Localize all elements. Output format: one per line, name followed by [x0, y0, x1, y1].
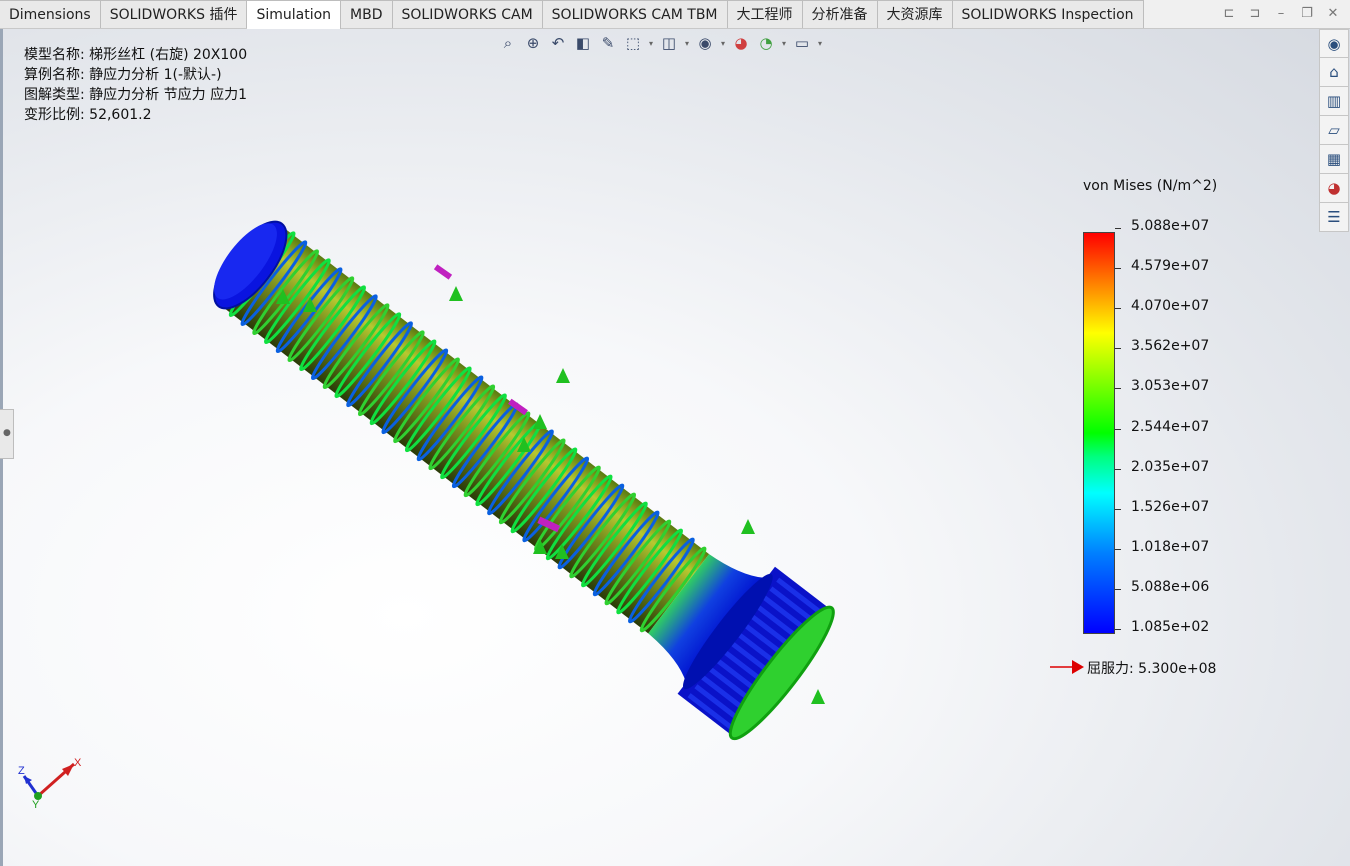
- legend-tick-label: 5.088e+07: [1131, 218, 1210, 234]
- tab-6[interactable]: 大工程师: [727, 0, 803, 28]
- tab-7[interactable]: 分析准备: [802, 0, 878, 28]
- legend-title: von Mises (N/m^2): [1083, 178, 1218, 194]
- legend-tick-label: 1.018e+07: [1131, 538, 1210, 555]
- appearances-icon[interactable]: ◕: [1319, 174, 1349, 203]
- legend-tick-label: 3.053e+07: [1131, 378, 1210, 395]
- legend-tick-mark: [1115, 508, 1121, 510]
- tab-1[interactable]: SOLIDWORKS 插件: [100, 0, 248, 28]
- legend-tick-label: 3.562e+07: [1131, 338, 1210, 355]
- restore-right-icon[interactable]: ⊐: [1246, 5, 1264, 23]
- design-library-icon[interactable]: ▥: [1319, 87, 1349, 116]
- yield-strength-label: 屈服力: 5.300e+08: [1087, 661, 1217, 677]
- maximize-icon[interactable]: ❐: [1298, 5, 1316, 23]
- legend-tick-mark: [1115, 468, 1121, 470]
- close-icon[interactable]: ✕: [1324, 5, 1342, 23]
- restore-left-icon[interactable]: ⊏: [1220, 5, 1238, 23]
- tab-2[interactable]: Simulation: [247, 0, 342, 29]
- tab-5[interactable]: SOLIDWORKS CAM TBM: [542, 0, 728, 28]
- triad-y-label: Y: [32, 799, 40, 809]
- stress-plot-model[interactable]: [0, 29, 1350, 866]
- legend-tick-mark: [1115, 629, 1121, 630]
- triad-z-label: Z: [18, 765, 25, 777]
- tab-3[interactable]: MBD: [341, 0, 393, 28]
- command-manager-tabbar: Dimensions SOLIDWORKS 插件 Simulation MBD SOLI…: [0, 0, 1350, 29]
- legend-tick-mark: [1115, 548, 1121, 550]
- view-palette-icon[interactable]: ▦: [1319, 145, 1349, 174]
- legend-tick-mark: [1115, 388, 1121, 390]
- custom-properties-icon[interactable]: ☰: [1319, 203, 1349, 232]
- tab-8[interactable]: 大资源库: [877, 0, 953, 28]
- legend-tick-mark: [1115, 588, 1121, 590]
- legend-tick-mark: [1115, 228, 1121, 229]
- task-pane: ◉ ⌂ ▥ ▱ ▦ ◕ ☰: [1319, 29, 1350, 232]
- legend-tick-mark: [1115, 308, 1121, 310]
- tab-0[interactable]: Dimensions: [0, 0, 101, 28]
- reference-triad: X Z Y: [18, 757, 82, 809]
- legend-tick-mark: [1115, 268, 1121, 270]
- tab-list: Dimensions SOLIDWORKS 插件 Simulation MBD SOLI…: [0, 0, 1144, 29]
- graphics-area[interactable]: ● 模型名称: 梯形丝杠 (右旋) 20X100 算例名称: 静应力分析 1(-…: [0, 29, 1350, 866]
- tab-9[interactable]: SOLIDWORKS Inspection: [952, 0, 1144, 28]
- legend-tick-label: 1.085e+02: [1131, 619, 1210, 635]
- home-icon[interactable]: ⌂: [1319, 58, 1349, 87]
- file-explorer-icon[interactable]: ▱: [1319, 116, 1349, 145]
- minimize-icon[interactable]: –: [1272, 5, 1290, 23]
- triad-x-label: X: [74, 757, 82, 769]
- legend-tick-label: 4.579e+07: [1131, 258, 1210, 275]
- legend-tick-mark: [1115, 348, 1121, 350]
- legend-tick-label: 1.526e+07: [1131, 498, 1210, 515]
- legend-tick-label: 2.544e+07: [1131, 418, 1210, 435]
- solidworks-resources-icon[interactable]: ◉: [1319, 29, 1349, 58]
- legend-tick-label: 2.035e+07: [1131, 458, 1210, 475]
- yield-arrow-icon: [1050, 660, 1084, 674]
- legend-tick-label: 5.088e+06: [1131, 578, 1210, 595]
- legend-tick-mark: [1115, 428, 1121, 430]
- tab-4[interactable]: SOLIDWORKS CAM: [392, 0, 543, 28]
- window-controls: ⊏ ⊐ – ❐ ✕: [1220, 5, 1342, 23]
- legend-tick-label: 4.070e+07: [1131, 298, 1210, 315]
- legend-colorbar[interactable]: [1083, 232, 1115, 634]
